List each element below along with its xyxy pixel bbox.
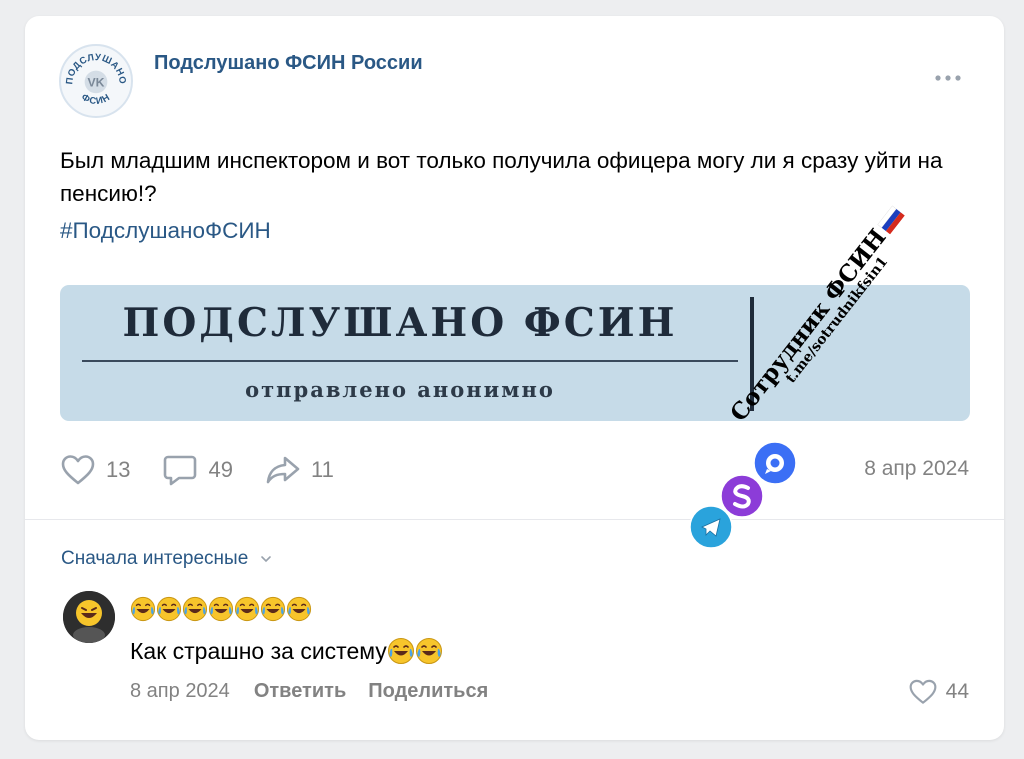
- svg-text:VK: VK: [87, 76, 104, 90]
- chat-app-icon: [753, 441, 797, 485]
- crying-laughing-emoji-icon: [387, 637, 415, 665]
- banner-title: ПОДСЛУШАНО ФСИН: [122, 300, 678, 346]
- post-card: ПОДСЛУШАНО ФСИН VK Подслушано ФСИН Росси…: [25, 16, 1004, 740]
- comment-date[interactable]: 8 апр 2024: [130, 680, 230, 703]
- comment-icon: [164, 455, 197, 486]
- group-logo-icon: ПОДСЛУШАНО ФСИН VK: [64, 52, 127, 107]
- heart-icon: [61, 455, 95, 485]
- crying-laughing-emoji-icon: [286, 596, 312, 622]
- post-hashtag[interactable]: #ПодслушаноФСИН: [60, 214, 271, 247]
- comment-text: Как страшно за систему: [130, 637, 443, 665]
- comment-author-avatar[interactable]: [63, 591, 115, 643]
- comment-like-count: 44: [945, 680, 969, 703]
- share-button[interactable]: 11: [265, 453, 334, 487]
- crying-laughing-emoji-icon: [208, 596, 234, 622]
- more-options-icon[interactable]: [932, 68, 964, 88]
- author-emoji-row: [130, 596, 312, 622]
- share-count: 11: [310, 457, 334, 482]
- comments-sort-dropdown[interactable]: Сначала интересные: [61, 548, 272, 570]
- sort-label: Сначала интересные: [61, 548, 249, 569]
- post-text: Был младшим инспектором и вот только пол…: [60, 148, 943, 206]
- banner-divider: [82, 360, 738, 362]
- group-avatar[interactable]: ПОДСЛУШАНО ФСИН VK: [59, 44, 133, 118]
- crying-laughing-emoji-icon: [234, 596, 260, 622]
- laughing-emoji-avatar-icon: [63, 591, 115, 643]
- crying-laughing-emoji-icon: [182, 596, 208, 622]
- crying-laughing-emoji-icon: [260, 596, 286, 622]
- chevron-down-icon: [260, 556, 271, 563]
- comment-author-name[interactable]: [130, 596, 312, 622]
- like-button[interactable]: 13: [60, 453, 130, 487]
- group-name[interactable]: Подслушано ФСИН России: [154, 52, 423, 75]
- heart-icon: [909, 679, 937, 704]
- comment-count: 49: [208, 457, 233, 482]
- share-comment-button[interactable]: Поделиться: [368, 680, 488, 703]
- reply-button[interactable]: Ответить: [254, 680, 346, 703]
- svg-text:ФСИН: ФСИН: [79, 92, 112, 107]
- crying-laughing-emoji-icon: [130, 596, 156, 622]
- crying-laughing-emoji-icon: [415, 637, 443, 665]
- comment-body: Как страшно за систему: [130, 637, 387, 664]
- comment-meta: 8 апр 2024 Ответить Поделиться: [130, 680, 510, 703]
- share-icon: [266, 456, 300, 484]
- post-date[interactable]: 8 апр 2024: [864, 457, 969, 481]
- crying-laughing-emoji-icon: [156, 596, 182, 622]
- comment-button[interactable]: 49: [162, 453, 233, 487]
- post-actions-bar: 13 49 11: [60, 452, 366, 488]
- banner-subtitle: отправлено анонимно: [245, 377, 555, 402]
- like-count: 13: [106, 457, 131, 482]
- comments-divider: [25, 519, 1004, 520]
- comment-like-button[interactable]: 44: [908, 678, 969, 706]
